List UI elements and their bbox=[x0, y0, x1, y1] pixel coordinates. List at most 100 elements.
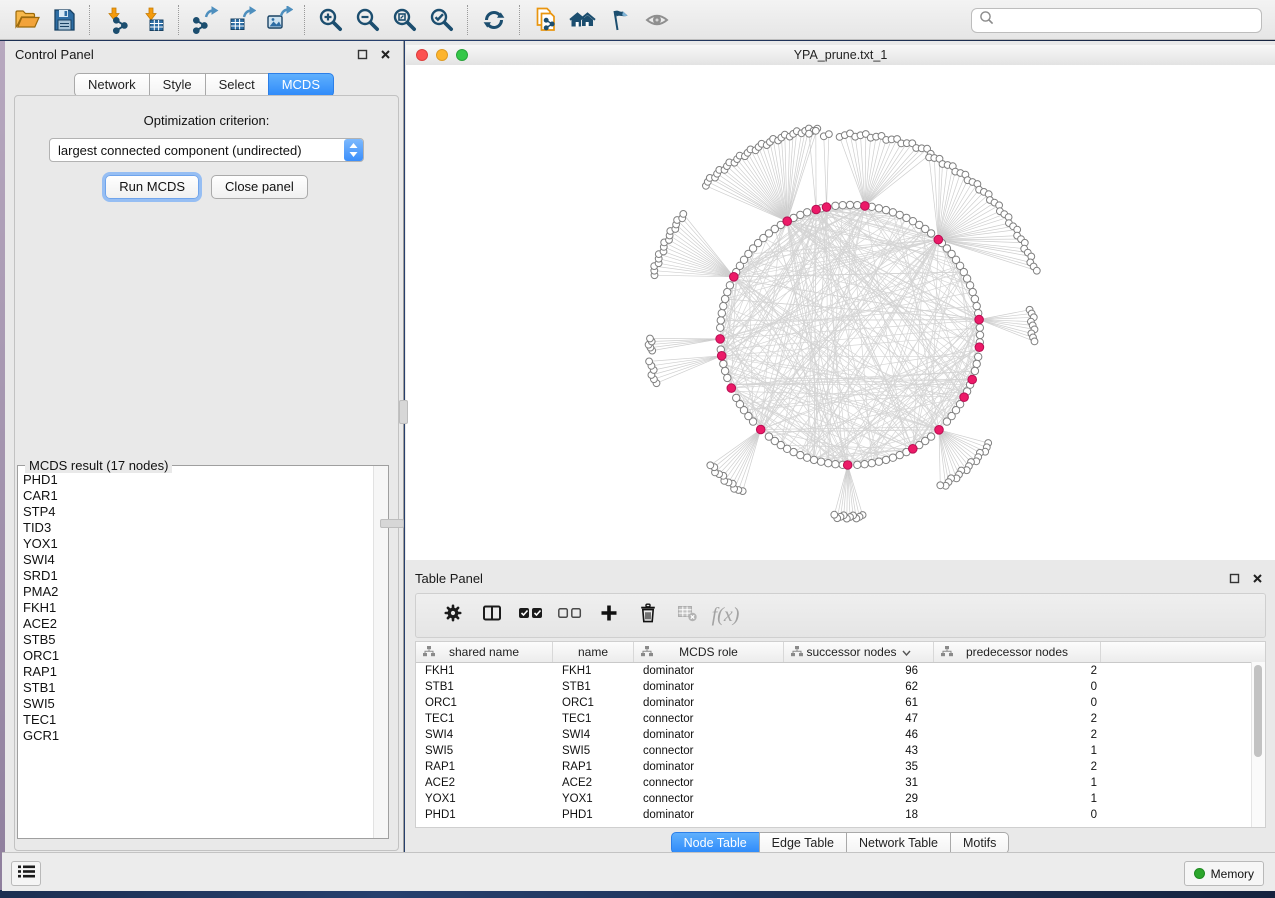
table-row[interactable]: STB1STB1dominator620 bbox=[416, 679, 1265, 695]
mcds-result-item[interactable]: GCR1 bbox=[23, 728, 374, 744]
cell-shared-name[interactable]: YOX1 bbox=[416, 791, 553, 807]
mcds-result-item[interactable]: FKH1 bbox=[23, 600, 374, 616]
split-table-button[interactable] bbox=[472, 598, 511, 634]
search-input[interactable] bbox=[996, 13, 1261, 29]
zoom-out-button[interactable] bbox=[349, 3, 386, 37]
select-all-rows-button[interactable] bbox=[511, 598, 550, 634]
table-row[interactable]: SWI4SWI4dominator462 bbox=[416, 727, 1265, 743]
mcds-result-item[interactable]: STB1 bbox=[23, 680, 374, 696]
cell-predecessor-nodes[interactable]: 0 bbox=[934, 695, 1101, 711]
cell-shared-name[interactable]: STB1 bbox=[416, 679, 553, 695]
mcds-result-item[interactable]: TEC1 bbox=[23, 712, 374, 728]
cell-name[interactable]: FKH1 bbox=[553, 663, 634, 679]
mcds-result-item[interactable]: ACE2 bbox=[23, 616, 374, 632]
cell-MCDS-role[interactable]: connector bbox=[634, 711, 784, 727]
show-details-button[interactable] bbox=[638, 3, 675, 37]
table-scrollbar[interactable] bbox=[1251, 662, 1265, 827]
cell-MCDS-role[interactable]: dominator bbox=[634, 727, 784, 743]
mcds-result-item[interactable]: STB5 bbox=[23, 632, 374, 648]
mcds-result-item[interactable]: SWI4 bbox=[23, 552, 374, 568]
tab-network[interactable]: Network bbox=[74, 73, 150, 97]
import-table-button[interactable] bbox=[134, 3, 171, 37]
minimize-window-icon[interactable] bbox=[436, 49, 448, 61]
close-panel-icon[interactable] bbox=[377, 47, 393, 61]
zoom-fit-button[interactable] bbox=[386, 3, 423, 37]
import-network-button[interactable] bbox=[97, 3, 134, 37]
column-header-MCDS-role[interactable]: MCDS role bbox=[634, 642, 784, 662]
cell-MCDS-role[interactable]: connector bbox=[634, 743, 784, 759]
cell-name[interactable]: RAP1 bbox=[553, 759, 634, 775]
float-table-panel-icon[interactable] bbox=[1226, 571, 1242, 585]
cell-name[interactable]: YOX1 bbox=[553, 791, 634, 807]
tab-edge-table[interactable]: Edge Table bbox=[759, 832, 847, 854]
cell-shared-name[interactable]: TEC1 bbox=[416, 711, 553, 727]
cell-shared-name[interactable]: SWI4 bbox=[416, 727, 553, 743]
mcds-result-item[interactable]: STP4 bbox=[23, 504, 374, 520]
mcds-result-item[interactable]: YOX1 bbox=[23, 536, 374, 552]
cell-MCDS-role[interactable]: dominator bbox=[634, 679, 784, 695]
tab-select[interactable]: Select bbox=[205, 73, 269, 97]
cell-MCDS-role[interactable]: dominator bbox=[634, 759, 784, 775]
cell-shared-name[interactable]: ORC1 bbox=[416, 695, 553, 711]
table-row[interactable]: PHD1PHD1dominator180 bbox=[416, 807, 1265, 823]
table-row[interactable]: TEC1TEC1connector472 bbox=[416, 711, 1265, 727]
tab-node-table[interactable]: Node Table bbox=[671, 832, 760, 854]
close-table-panel-icon[interactable] bbox=[1249, 571, 1265, 585]
task-history-button[interactable] bbox=[11, 861, 41, 886]
table-row[interactable]: YOX1YOX1connector291 bbox=[416, 791, 1265, 807]
tab-mcds[interactable]: MCDS bbox=[268, 73, 334, 97]
mcds-result-item[interactable]: ORC1 bbox=[23, 648, 374, 664]
table-row[interactable]: FKH1FKH1dominator962 bbox=[416, 663, 1265, 679]
add-column-button[interactable] bbox=[589, 598, 628, 634]
cell-name[interactable]: ORC1 bbox=[553, 695, 634, 711]
share-document-button[interactable] bbox=[527, 3, 564, 37]
mcds-result-item[interactable]: SRD1 bbox=[23, 568, 374, 584]
run-mcds-button[interactable]: Run MCDS bbox=[105, 175, 199, 199]
cell-name[interactable]: STB1 bbox=[553, 679, 634, 695]
deselect-all-rows-button[interactable] bbox=[550, 598, 589, 634]
horizontal-splitter-handle[interactable] bbox=[380, 519, 404, 528]
cell-name[interactable]: ACE2 bbox=[553, 775, 634, 791]
cell-predecessor-nodes[interactable]: 0 bbox=[934, 807, 1101, 823]
hide-details-button[interactable] bbox=[601, 3, 638, 37]
refresh-button[interactable] bbox=[475, 3, 512, 37]
float-panel-icon[interactable] bbox=[354, 47, 370, 61]
save-button[interactable] bbox=[45, 3, 82, 37]
cell-shared-name[interactable]: PHD1 bbox=[416, 807, 553, 823]
mcds-result-item[interactable]: PMA2 bbox=[23, 584, 374, 600]
cell-predecessor-nodes[interactable]: 1 bbox=[934, 775, 1101, 791]
cell-name[interactable]: TEC1 bbox=[553, 711, 634, 727]
table-row[interactable]: SWI5SWI5connector431 bbox=[416, 743, 1265, 759]
tab-network-table[interactable]: Network Table bbox=[846, 832, 951, 854]
cell-predecessor-nodes[interactable]: 2 bbox=[934, 727, 1101, 743]
table-row[interactable]: ORC1ORC1dominator610 bbox=[416, 695, 1265, 711]
cell-predecessor-nodes[interactable]: 2 bbox=[934, 759, 1101, 775]
zoom-in-button[interactable] bbox=[312, 3, 349, 37]
mcds-result-item[interactable]: RAP1 bbox=[23, 664, 374, 680]
cell-predecessor-nodes[interactable]: 1 bbox=[934, 791, 1101, 807]
search-box[interactable] bbox=[971, 8, 1262, 33]
column-header-successor-nodes[interactable]: successor nodes bbox=[784, 642, 934, 662]
delete-columns-button[interactable] bbox=[628, 598, 667, 634]
table-row[interactable]: ACE2ACE2connector311 bbox=[416, 775, 1265, 791]
vertical-splitter-handle[interactable] bbox=[399, 400, 408, 424]
tab-style[interactable]: Style bbox=[149, 73, 206, 97]
mcds-result-item[interactable]: TID3 bbox=[23, 520, 374, 536]
column-header-name[interactable]: name bbox=[553, 642, 634, 662]
column-header-shared-name[interactable]: shared name bbox=[416, 642, 553, 662]
optimization-criterion-select[interactable]: largest connected component (undirected) bbox=[49, 138, 364, 162]
memory-button[interactable]: Memory bbox=[1184, 861, 1264, 886]
close-window-icon[interactable] bbox=[416, 49, 428, 61]
cell-predecessor-nodes[interactable]: 2 bbox=[934, 711, 1101, 727]
table-row[interactable]: RAP1RAP1dominator352 bbox=[416, 759, 1265, 775]
mcds-result-item[interactable]: CAR1 bbox=[23, 488, 374, 504]
cell-successor-nodes[interactable]: 61 bbox=[784, 695, 934, 711]
cell-successor-nodes[interactable]: 35 bbox=[784, 759, 934, 775]
cell-MCDS-role[interactable]: dominator bbox=[634, 695, 784, 711]
first-neighbors-button[interactable] bbox=[564, 3, 601, 37]
zoom-selected-button[interactable] bbox=[423, 3, 460, 37]
cell-name[interactable]: SWI4 bbox=[553, 727, 634, 743]
cell-successor-nodes[interactable]: 96 bbox=[784, 663, 934, 679]
cell-shared-name[interactable]: SWI5 bbox=[416, 743, 553, 759]
cell-name[interactable]: PHD1 bbox=[553, 807, 634, 823]
